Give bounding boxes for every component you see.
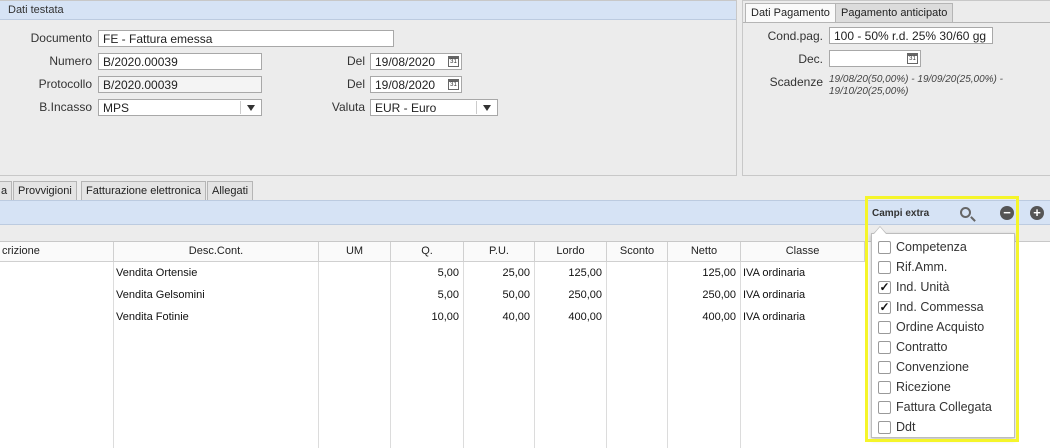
numero-date-value: 19/08/2020 xyxy=(375,55,436,69)
cond-pag-label: Cond.pag. xyxy=(767,29,823,43)
cell-q[interactable]: 5,00 xyxy=(391,262,463,284)
cell-netto[interactable]: 400,00 xyxy=(668,306,740,328)
protocollo-del-label: Del xyxy=(346,77,365,91)
chevron-down-icon[interactable] xyxy=(247,105,255,111)
col-header-descrizione[interactable]: crizione xyxy=(0,242,114,262)
numero-del-label: Del xyxy=(346,54,365,68)
calendar-icon[interactable]: 31 xyxy=(448,56,459,67)
protocollo-label: Protocollo xyxy=(38,77,92,91)
incasso-select[interactable]: MPS xyxy=(98,99,262,116)
valuta-select[interactable]: EUR - Euro xyxy=(370,99,498,116)
cell-classe[interactable]: IVA ordinaria xyxy=(743,306,863,328)
cell-pu[interactable]: 25,00 xyxy=(464,262,534,284)
cell-lordo[interactable]: 250,00 xyxy=(535,284,606,306)
numero-field[interactable]: B/2020.00039 xyxy=(98,53,262,70)
plus-circle-icon[interactable]: + xyxy=(1030,206,1044,220)
incasso-label: B.Incasso xyxy=(39,100,92,114)
documento-label: Documento xyxy=(30,31,92,45)
cond-pag-field[interactable]: 100 - 50% r.d. 25% 30/60 gg xyxy=(829,27,993,44)
calendar-icon[interactable]: 31 xyxy=(907,53,918,64)
col-divider xyxy=(740,262,741,448)
cell-netto[interactable]: 125,00 xyxy=(668,262,740,284)
scadenze-value: 19/08/20(50,00%) - 19/09/20(25,00%) - 19… xyxy=(829,74,1003,97)
incasso-value: MPS xyxy=(103,101,130,115)
cell-q[interactable]: 5,00 xyxy=(391,284,463,306)
dropdown-separator xyxy=(476,101,477,114)
tab-partial[interactable]: a xyxy=(0,181,12,200)
col-divider xyxy=(318,262,319,448)
numero-date-field[interactable]: 19/08/2020 31 xyxy=(370,53,462,70)
tab-pagamento-anticipato[interactable]: Pagamento anticipato xyxy=(835,3,954,22)
col-header-q[interactable]: Q. xyxy=(391,242,464,262)
col-header-netto[interactable]: Netto xyxy=(668,242,741,262)
valuta-value: EUR - Euro xyxy=(375,101,437,115)
calendar-icon[interactable]: 31 xyxy=(448,79,459,90)
tab-dati-pagamento[interactable]: Dati Pagamento xyxy=(745,3,836,22)
cell-q[interactable]: 10,00 xyxy=(391,306,463,328)
cell-lordo[interactable]: 400,00 xyxy=(535,306,606,328)
col-header-lordo[interactable]: Lordo xyxy=(535,242,607,262)
cell-classe[interactable]: IVA ordinaria xyxy=(743,284,863,306)
tab-underline xyxy=(743,22,1050,23)
cell-lordo[interactable]: 125,00 xyxy=(535,262,606,284)
dec-date-field[interactable]: 31 xyxy=(829,50,921,67)
dec-label: Dec. xyxy=(798,52,823,66)
scadenze-label: Scadenze xyxy=(769,75,823,89)
cell-netto[interactable]: 250,00 xyxy=(668,284,740,306)
col-header-sconto[interactable]: Sconto xyxy=(607,242,668,262)
dropdown-separator xyxy=(240,101,241,114)
cell-pu[interactable]: 50,00 xyxy=(464,284,534,306)
cell-desc-cont[interactable]: Vendita Ortensie xyxy=(116,262,316,284)
numero-label: Numero xyxy=(49,54,92,68)
tab-allegati[interactable]: Allegati xyxy=(207,181,254,200)
col-header-um[interactable]: UM xyxy=(319,242,391,262)
col-divider xyxy=(606,262,607,448)
col-header-desc-cont[interactable]: Desc.Cont. xyxy=(114,242,319,262)
tab-fatturazione-elettronica[interactable]: Fatturazione elettronica xyxy=(81,181,206,200)
cell-pu[interactable]: 40,00 xyxy=(464,306,534,328)
valuta-label: Valuta xyxy=(331,100,365,114)
chevron-down-icon[interactable] xyxy=(483,105,491,111)
protocollo-date-field[interactable]: 19/08/2020 31 xyxy=(370,76,462,93)
highlight-frame xyxy=(865,196,1019,442)
panel-title: Dati testata xyxy=(0,1,736,20)
col-divider xyxy=(113,262,114,448)
tab-provvigioni[interactable]: Provvigioni xyxy=(13,181,77,200)
protocollo-field[interactable]: B/2020.00039 xyxy=(98,76,262,93)
dati-testata-panel: Dati testata Documento FE - Fattura emes… xyxy=(0,0,737,176)
pagamento-panel: Dati Pagamento Pagamento anticipato Cond… xyxy=(742,0,1050,176)
cell-desc-cont[interactable]: Vendita Fotinie xyxy=(116,306,316,328)
col-header-classe[interactable]: Classe xyxy=(741,242,865,262)
documento-field[interactable]: FE - Fattura emessa xyxy=(98,30,394,47)
col-header-pu[interactable]: P.U. xyxy=(464,242,535,262)
cell-desc-cont[interactable]: Vendita Gelsomini xyxy=(116,284,316,306)
protocollo-date-value: 19/08/2020 xyxy=(375,78,436,92)
cell-classe[interactable]: IVA ordinaria xyxy=(743,262,863,284)
